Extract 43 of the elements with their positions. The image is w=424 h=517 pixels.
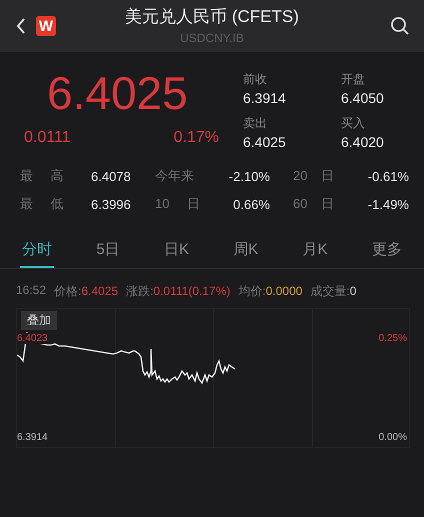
window-title: 美元兑人民币 (CFETS): [125, 6, 299, 28]
info-item: 涨跌:0.0111(0.17%): [126, 283, 230, 300]
stat-label: 20 日: [292, 167, 336, 185]
stat-label: 最 高: [20, 167, 65, 185]
stat-value: 6.3996: [91, 196, 132, 212]
stat-value: 6.4078: [91, 168, 132, 184]
axis-label: 6.4023: [17, 333, 48, 344]
price: 6.4025: [46, 67, 189, 119]
field-label: 买入: [341, 114, 366, 132]
chart-tab[interactable]: 周K: [231, 234, 260, 268]
axis-label: 6.3914: [17, 432, 48, 443]
info-item: 成交量:0: [310, 283, 356, 300]
info-item: 均价:0.0000: [238, 283, 302, 300]
field-label: 卖出: [243, 114, 268, 132]
app-logo: W: [36, 16, 56, 36]
field-label: 前收: [243, 71, 268, 88]
info-item: 价格:6.4025: [54, 283, 118, 300]
time-label: 16:52: [16, 283, 46, 299]
stat-label: 60 日: [292, 195, 336, 213]
stat-value: -1.49%: [366, 196, 409, 212]
change-value: 0.0111: [24, 129, 71, 147]
field-value: 6.4020: [341, 134, 385, 150]
field-value: 6.3914: [243, 90, 287, 106]
chart-tab[interactable]: 分时: [20, 234, 54, 268]
chart-tab[interactable]: 日K: [162, 234, 191, 268]
stat-value: 0.66%: [232, 196, 270, 212]
chart-tab[interactable]: 5日: [94, 234, 122, 268]
change-percent: 0.17%: [174, 129, 219, 147]
axis-label: 0.25%: [378, 333, 407, 344]
stat-label: 10 日: [155, 195, 202, 213]
field-value: 6.4025: [243, 134, 287, 150]
stat-label: 今年来: [155, 167, 195, 185]
stat-label: 最 低: [20, 195, 65, 213]
overlay-button[interactable]: 叠加: [21, 311, 57, 330]
axis-label: 0.00%: [378, 432, 407, 443]
chart-tab[interactable]: 更多: [370, 234, 404, 268]
stat-value: -0.61%: [366, 168, 409, 184]
field-label: 开盘: [341, 71, 366, 88]
chart-tab[interactable]: 月K: [300, 234, 330, 268]
back-icon[interactable]: [16, 17, 26, 35]
field-value: 6.4050: [341, 90, 385, 106]
search-icon[interactable]: [390, 16, 410, 36]
stat-value: -2.10%: [228, 168, 270, 184]
